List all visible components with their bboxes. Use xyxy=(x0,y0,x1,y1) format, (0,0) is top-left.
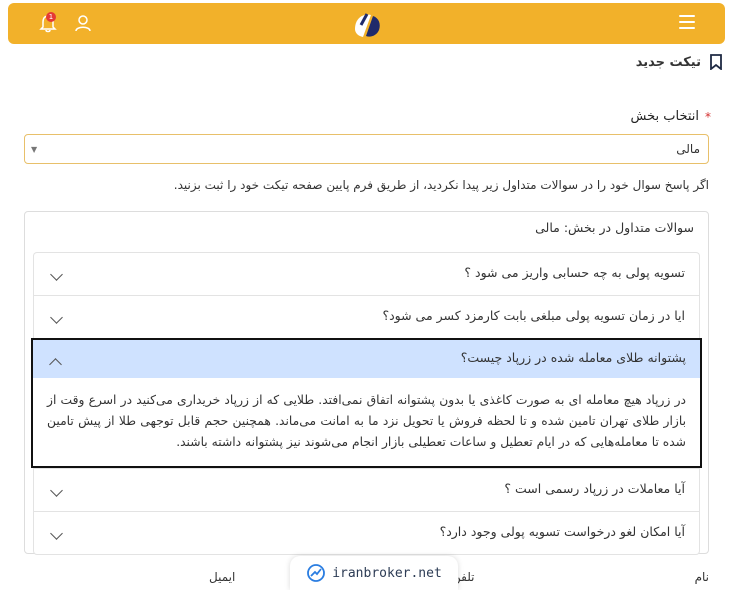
section-label-row: * انتخاب بخش xyxy=(631,109,711,124)
bookmark-icon xyxy=(710,54,722,70)
section-select[interactable]: مالی ▼ xyxy=(24,134,709,164)
faq-question: آیا معاملات در زرپاد رسمی است ؟ xyxy=(504,481,685,496)
section-label: انتخاب بخش xyxy=(630,109,699,124)
notification-badge: 1 xyxy=(46,12,56,22)
faq-list: تسویه پولی به چه حسابی واریز می شود ؟ ای… xyxy=(31,252,702,555)
chevron-down-icon[interactable] xyxy=(50,268,63,281)
faq-question-row[interactable]: ایا در زمان تسویه پولی مبلغی بابت کارمزد… xyxy=(34,296,699,338)
faq-question-row[interactable]: پشتوانه طلای معامله شده در زرپاد چیست؟ xyxy=(33,340,700,378)
watermark: iranbroker.net xyxy=(290,556,458,590)
faq-answer: در زرپاد هیچ معامله ای به صورت کاغذی یا … xyxy=(47,393,686,449)
chevron-down-icon[interactable] xyxy=(50,484,63,497)
faq-question: ایا در زمان تسویه پولی مبلغی بابت کارمزد… xyxy=(382,308,685,323)
user-icon[interactable] xyxy=(74,14,92,32)
faq-item[interactable]: ایا در زمان تسویه پولی مبلغی بابت کارمزد… xyxy=(33,295,700,338)
faq-question-row[interactable]: آیا معاملات در زرپاد رسمی است ؟ xyxy=(34,469,699,511)
hamburger-icon[interactable] xyxy=(679,15,695,29)
faq-question: پشتوانه طلای معامله شده در زرپاد چیست؟ xyxy=(460,350,686,365)
faq-question: آیا امکان لغو درخواست تسویه پولی وجود دا… xyxy=(439,524,685,539)
trend-icon xyxy=(307,564,326,582)
brand-logo[interactable] xyxy=(349,7,385,41)
name-label: نام xyxy=(694,570,709,584)
chevron-down-icon[interactable] xyxy=(50,527,63,540)
faq-item[interactable]: تسویه پولی به چه حسابی واریز می شود ؟ xyxy=(33,252,700,295)
chevron-up-icon[interactable] xyxy=(49,358,62,371)
required-star: * xyxy=(705,109,711,124)
faq-item[interactable]: آیا معاملات در زرپاد رسمی است ؟ xyxy=(33,468,700,511)
faq-question: تسویه پولی به چه حسابی واریز می شود ؟ xyxy=(464,265,685,280)
faq-title: سوالات متداول در بخش: مالی xyxy=(535,220,694,235)
chevron-down-icon[interactable] xyxy=(50,311,63,324)
faq-panel: سوالات متداول در بخش: مالی تسویه پولی به… xyxy=(24,211,709,555)
faq-question-row[interactable]: آیا امکان لغو درخواست تسویه پولی وجود دا… xyxy=(34,512,699,554)
faq-item[interactable]: آیا امکان لغو درخواست تسویه پولی وجود دا… xyxy=(33,511,700,555)
faq-item-expanded[interactable]: پشتوانه طلای معامله شده در زرپاد چیست؟ د… xyxy=(31,338,702,468)
page-title-row: تیکت جدید xyxy=(636,54,723,70)
email-label: ایمیل xyxy=(209,570,236,584)
top-header: 1 xyxy=(8,3,725,44)
watermark-text: iranbroker.net xyxy=(332,565,442,581)
faq-question-row[interactable]: تسویه پولی به چه حسابی واریز می شود ؟ xyxy=(34,253,699,295)
page-title: تیکت جدید xyxy=(635,54,701,70)
hint-text: اگر پاسخ سوال خود را در سوالات متداول زی… xyxy=(173,178,709,192)
caret-down-icon: ▼ xyxy=(31,145,38,154)
section-select-value: مالی xyxy=(676,142,700,156)
